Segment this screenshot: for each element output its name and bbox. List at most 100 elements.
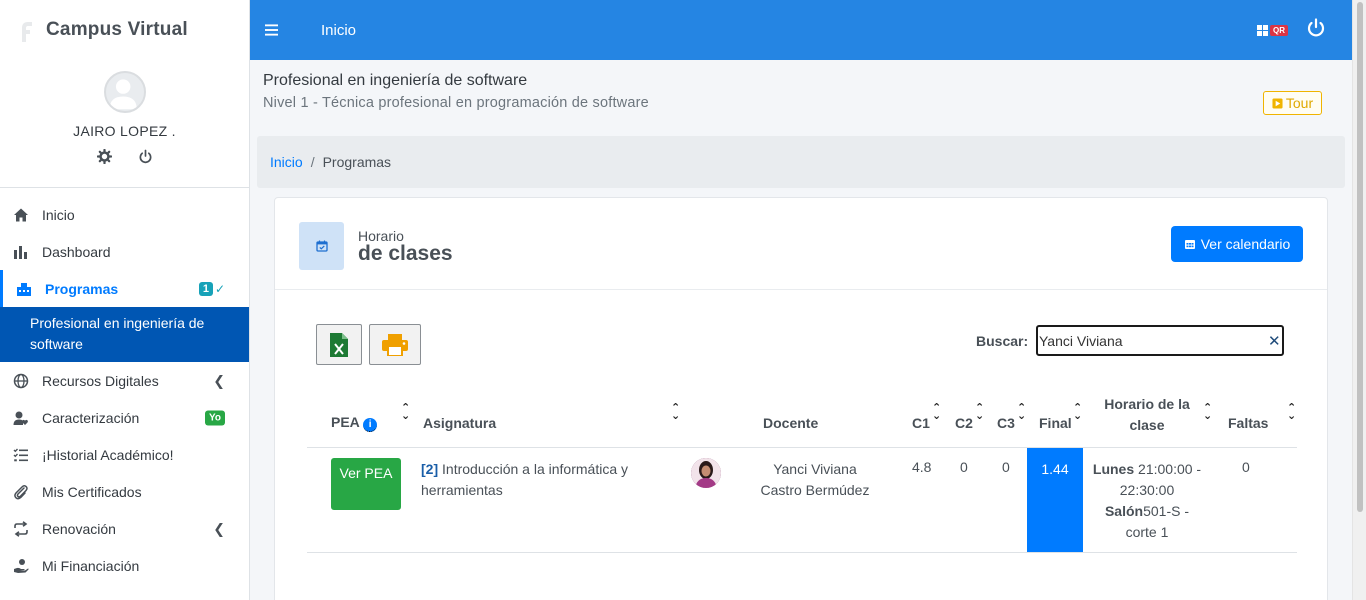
sidebar-item-label: Dashboard	[42, 243, 111, 260]
hamburger-menu-icon[interactable]	[265, 20, 281, 41]
docente-cell: Yanci Viviana Castro Bermúdez	[760, 461, 870, 498]
sidebar-subitem-profesional-software[interactable]: Profesional en ingeniería de software	[0, 307, 249, 362]
sidebar-item-caracterizacion[interactable]: Caracterización Yo	[0, 399, 249, 436]
asignatura-code: [2]	[421, 461, 439, 477]
programs-icon	[15, 280, 33, 298]
col-pea-label: PEA	[331, 414, 360, 430]
sidebar-item-dashboard[interactable]: Dashboard	[0, 233, 249, 270]
sidebar-item-historial[interactable]: ¡Historial Académico!	[0, 436, 249, 473]
table-header-row: PEA i ⌃ ⌄ Asignatura ⌃ ⌄ Docente C1 ⌃ ⌄ C2 …	[307, 394, 1297, 448]
programas-count-badge: 1	[198, 281, 213, 296]
final-cell: 1.44	[1027, 448, 1083, 552]
chevron-left-icon: ❮	[213, 520, 225, 536]
col-asignatura-header[interactable]: Asignatura	[423, 415, 496, 431]
excel-file-icon	[330, 332, 348, 357]
scrollbar-thumb[interactable]	[1357, 2, 1363, 512]
paperclip-icon	[12, 483, 30, 501]
sidebar: Campus Virtual JAIRO LOPEZ . Inicio Dash…	[0, 0, 250, 600]
home-icon	[12, 206, 30, 224]
program-title: Profesional en ingeniería de software	[263, 72, 528, 89]
caracterizacion-badge: Yo	[204, 410, 225, 425]
col-horario-header[interactable]: Horario de la clase	[1097, 394, 1197, 436]
topbar-home-link[interactable]: Inicio	[321, 22, 356, 39]
program-subtitle: Nivel 1 - Técnica profesional en program…	[263, 95, 649, 111]
sort-c2-icon[interactable]: ⌃ ⌄	[975, 403, 984, 422]
sort-c1-icon[interactable]: ⌃ ⌄	[932, 403, 941, 422]
calendar-check-icon	[315, 240, 328, 252]
ver-calendario-label: Ver calendario	[1200, 236, 1291, 252]
tour-label: Tour	[1285, 95, 1314, 111]
sort-asignatura-icon[interactable]: ⌃ ⌄	[671, 403, 680, 422]
qr-grid-icon	[1257, 24, 1268, 36]
qr-label: QR	[1270, 24, 1288, 36]
docente-photo	[691, 458, 721, 488]
sidebar-item-financiacion[interactable]: Mi Financiación	[0, 547, 249, 584]
c1-cell: 4.8	[912, 459, 932, 475]
brand[interactable]: Campus Virtual	[0, 0, 249, 60]
check-icon: ✓	[214, 281, 225, 296]
sort-faltas-icon[interactable]: ⌃ ⌄	[1287, 403, 1296, 422]
asignatura-name[interactable]: Introducción a la informática y herramie…	[421, 461, 628, 498]
ver-calendario-button[interactable]: Ver calendario	[1171, 226, 1303, 262]
sidebar-item-programas[interactable]: Programas 1 ✓	[0, 270, 249, 307]
sort-pea-icon[interactable]: ⌃ ⌄	[401, 403, 410, 422]
hand-coin-icon	[12, 557, 30, 575]
top-navbar: Inicio QR	[250, 0, 1352, 60]
c2-cell: 0	[960, 459, 968, 475]
settings-gear-icon[interactable]	[96, 148, 112, 169]
calendar-icon-box	[299, 222, 344, 270]
brand-name: Campus Virtual	[46, 19, 188, 40]
list-check-icon	[12, 446, 30, 464]
sidebar-item-label: ¡Historial Académico!	[42, 446, 174, 463]
ver-pea-button[interactable]: Ver PEA	[331, 458, 401, 510]
calendar-icon	[1184, 240, 1195, 249]
print-button[interactable]	[369, 324, 421, 365]
sidebar-item-recursos-digitales[interactable]: Recursos Digitales ❮	[0, 362, 249, 399]
col-faltas-header[interactable]: Faltas	[1228, 415, 1268, 431]
info-icon[interactable]: i	[363, 418, 378, 432]
export-excel-button[interactable]	[316, 324, 362, 365]
asignatura-cell: [2] Introducción a la informática y herr…	[421, 459, 651, 501]
breadcrumb: Inicio / Programas	[257, 136, 1345, 188]
schedule-table: PEA i ⌃ ⌄ Asignatura ⌃ ⌄ Docente C1 ⌃ ⌄ C2 …	[307, 394, 1297, 553]
col-c2-header[interactable]: C2	[955, 415, 973, 431]
user-name: JAIRO LOPEZ .	[73, 123, 176, 139]
sidebar-item-label: Mi Financiación	[42, 557, 140, 574]
search-input[interactable]	[1036, 325, 1284, 356]
sort-c3-icon[interactable]: ⌃ ⌄	[1017, 403, 1026, 422]
search-label: Buscar:	[976, 333, 1029, 349]
sidebar-item-label: Programas	[45, 280, 119, 297]
sidebar-item-certificados[interactable]: Mis Certificados	[0, 473, 249, 510]
breadcrumb-separator: /	[310, 154, 315, 170]
user-heart-icon	[12, 409, 30, 427]
breadcrumb-home-link[interactable]: Inicio	[270, 154, 303, 170]
sidebar-item-renovacion[interactable]: Renovación ❮	[0, 510, 249, 547]
user-avatar[interactable]	[103, 71, 146, 113]
clear-search-icon[interactable]: ✕	[1268, 332, 1281, 350]
schedule-card: Horario de clases Ver calendario Buscar:…	[274, 197, 1328, 600]
printer-icon	[382, 333, 408, 356]
renew-arrows-icon	[12, 520, 30, 538]
col-docente-header[interactable]: Docente	[763, 415, 818, 431]
col-c1-header[interactable]: C1	[912, 415, 930, 431]
col-pea-header[interactable]: PEA i	[331, 414, 378, 432]
col-final-header[interactable]: Final	[1039, 415, 1072, 431]
card-header: Horario de clases Ver calendario	[275, 198, 1327, 290]
horario-salon-label: Salón	[1104, 503, 1144, 519]
sidebar-item-inicio[interactable]: Inicio	[0, 196, 249, 233]
logout-power-icon[interactable]	[138, 149, 153, 169]
sort-final-icon[interactable]: ⌃ ⌄	[1073, 403, 1082, 422]
page-header: Profesional en ingeniería de software Ni…	[263, 72, 649, 111]
qr-button[interactable]: QR	[1257, 24, 1288, 36]
page-scrollbar[interactable]	[1352, 0, 1366, 600]
sidebar-item-label: Inicio	[42, 206, 75, 223]
sidebar-nav: Inicio Dashboard Programas 1 ✓ Profesion…	[0, 196, 249, 584]
col-c3-header[interactable]: C3	[997, 415, 1015, 431]
user-silhouette-icon	[109, 79, 137, 110]
power-off-icon[interactable]	[1306, 17, 1326, 43]
tour-button[interactable]: Tour	[1263, 91, 1322, 115]
breadcrumb-current: Programas	[322, 154, 392, 170]
sidebar-item-label: Renovación	[42, 520, 116, 537]
brand-logo-icon	[22, 22, 32, 42]
sort-horario-icon[interactable]: ⌃ ⌄	[1203, 403, 1212, 422]
